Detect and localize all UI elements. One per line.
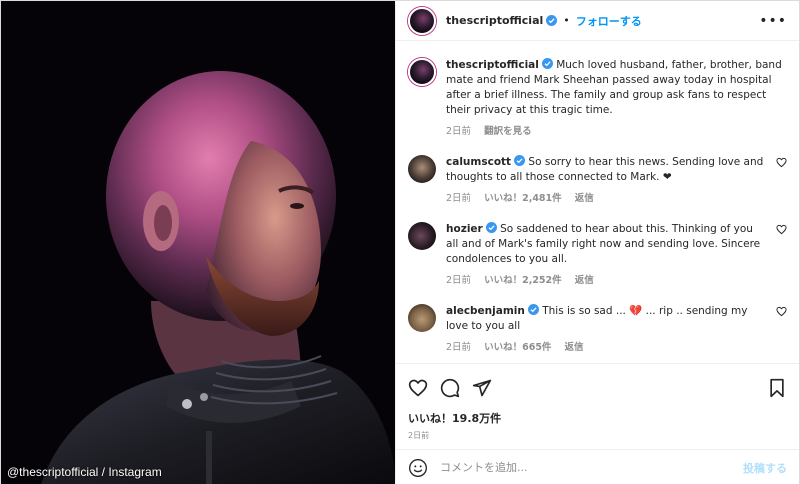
comment-input[interactable] <box>440 461 743 474</box>
like-comment-heart-icon[interactable] <box>776 306 787 317</box>
portrait-illustration <box>1 1 396 484</box>
verified-badge-icon <box>485 222 497 233</box>
verified-badge-icon <box>527 304 539 315</box>
reply-button[interactable]: 返信 <box>575 275 594 286</box>
post-details-panel: thescriptofficial • フォローする ••• thescript… <box>395 1 799 484</box>
add-comment-bar: 投稿する <box>396 449 799 484</box>
verified-badge-icon <box>541 58 553 69</box>
share-paper-plane-icon[interactable] <box>472 378 492 398</box>
post-photo[interactable]: @thescriptofficial / Instagram <box>1 1 396 484</box>
follow-button[interactable]: フォローする <box>576 13 642 29</box>
post-age[interactable]: 2日前 <box>408 430 787 441</box>
header-username[interactable]: thescriptofficial <box>446 14 543 27</box>
avatar[interactable] <box>408 222 437 250</box>
avatar[interactable] <box>408 304 437 332</box>
avatar[interactable] <box>408 155 437 183</box>
post-header: thescriptofficial • フォローする ••• <box>396 1 799 41</box>
caption-time[interactable]: 2日前 <box>446 126 471 137</box>
caption: thescriptofficial Much loved husband, fa… <box>408 58 787 139</box>
comment-likes[interactable]: いいね！665件 <box>484 342 551 353</box>
emoji-smiley-icon[interactable] <box>408 458 428 478</box>
comment-time[interactable]: 2日前 <box>446 342 471 353</box>
comment-bubble-icon[interactable] <box>440 378 460 398</box>
comment-username[interactable]: alecbenjamin <box>446 305 525 317</box>
avatar[interactable] <box>408 6 437 35</box>
see-translation-button[interactable]: 翻訳を見る <box>484 126 532 137</box>
post-likes-count[interactable]: いいね！19.8万件 <box>408 410 787 426</box>
comment-username[interactable]: hozier <box>446 223 483 235</box>
like-comment-heart-icon[interactable] <box>776 157 787 168</box>
list-item: alecbenjamin This is so sad ... 💔 ... ri… <box>408 304 787 355</box>
verified-badge-icon <box>546 15 558 26</box>
like-heart-icon[interactable] <box>408 378 428 398</box>
reply-button[interactable]: 返信 <box>575 193 594 204</box>
like-comment-heart-icon[interactable] <box>776 224 787 235</box>
comment-likes[interactable]: いいね！2,481件 <box>484 193 562 204</box>
caption-username[interactable]: thescriptofficial <box>446 59 539 71</box>
comment-time[interactable]: 2日前 <box>446 193 471 204</box>
comment-likes[interactable]: いいね！2,252件 <box>484 275 562 286</box>
comments-list[interactable]: thescriptofficial Much loved husband, fa… <box>396 42 799 363</box>
list-item: calumscott So sorry to hear this news. S… <box>408 155 787 206</box>
comment-username[interactable]: calumscott <box>446 156 511 168</box>
verified-badge-icon <box>514 155 526 166</box>
post-modal: @thescriptofficial / Instagram thescript… <box>0 0 800 484</box>
list-item: hozier So saddened to hear about this. T… <box>408 222 787 288</box>
avatar[interactable] <box>408 58 437 86</box>
photo-credit: @thescriptofficial / Instagram <box>7 465 162 479</box>
post-comment-button[interactable]: 投稿する <box>743 460 787 476</box>
separator-dot: • <box>563 14 570 27</box>
comment-time[interactable]: 2日前 <box>446 275 471 286</box>
reply-button[interactable]: 返信 <box>564 342 583 353</box>
save-bookmark-icon[interactable] <box>767 378 787 398</box>
more-options-icon[interactable]: ••• <box>759 13 787 29</box>
post-actions: いいね！19.8万件 2日前 <box>396 363 799 441</box>
